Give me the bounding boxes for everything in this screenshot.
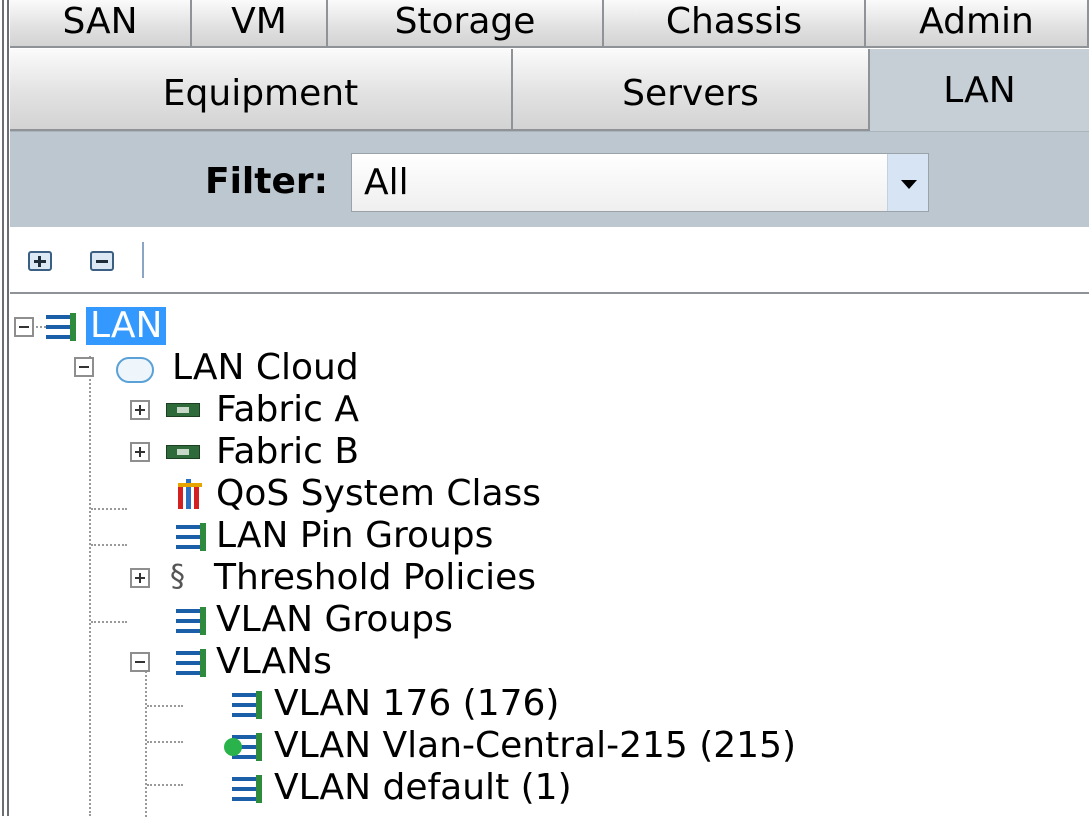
collapse-toggle-icon[interactable] — [74, 357, 94, 377]
tab-admin[interactable]: Admin — [866, 0, 1089, 48]
tab-lan[interactable]: LAN — [870, 49, 1089, 131]
collapse-toggle-icon[interactable] — [14, 317, 34, 337]
navigation-tree: LAN LAN Cloud Fabric A Fabric B QoS Syst… — [10, 294, 1089, 817]
tree-node-lan-pin-groups[interactable]: LAN Pin Groups — [176, 517, 576, 555]
tree-node-label: LAN Pin Groups — [216, 515, 494, 556]
tree-node-label: LAN Cloud — [172, 347, 359, 388]
lan-list-icon — [46, 313, 76, 341]
policy-scroll-icon: § — [170, 559, 185, 594]
tree-line — [91, 544, 127, 546]
tree-node-label: VLAN Vlan-Central-215 (215) — [274, 725, 797, 766]
tree-node-label: VLANs — [216, 641, 332, 682]
list-icon — [176, 607, 206, 635]
tree-node-vlan-176[interactable]: VLAN 176 (176) — [232, 685, 632, 723]
tree-node-fabric-b[interactable]: Fabric B — [166, 433, 426, 471]
tree-line — [91, 508, 127, 510]
filter-bar: Filter: All — [10, 131, 1089, 228]
status-ok-icon — [224, 738, 242, 756]
tree-node-label: LAN — [86, 307, 167, 345]
tab-vm[interactable]: VM — [192, 0, 328, 48]
collapse-all-icon[interactable] — [90, 251, 114, 271]
tab-servers[interactable]: Servers — [513, 49, 870, 131]
fabric-interconnect-icon — [166, 445, 200, 459]
collapse-toggle-icon[interactable] — [130, 652, 150, 672]
tree-node-qos-system-class[interactable]: QoS System Class — [178, 475, 598, 513]
tree-node-vlan-central-215[interactable]: VLAN Vlan-Central-215 (215) — [224, 725, 872, 766]
tree-node-lan[interactable]: LAN — [46, 307, 226, 345]
panel-border — [2, 0, 4, 816]
tab-row-top: SAN VM Storage Chassis Admin — [10, 0, 1089, 48]
panel-border-inner — [7, 0, 9, 816]
tab-storage[interactable]: Storage — [328, 0, 604, 48]
navigation-panel: SAN VM Storage Chassis Admin Equipment S… — [0, 0, 1089, 817]
dropdown-arrow-icon[interactable] — [887, 154, 928, 211]
tree-node-label: QoS System Class — [216, 473, 542, 514]
tab-row-bottom: Equipment Servers LAN — [10, 49, 1089, 131]
tab-chassis[interactable]: Chassis — [604, 0, 866, 48]
filter-label: Filter: — [205, 161, 329, 202]
tree-node-label: Fabric A — [216, 389, 359, 430]
tree-node-vlan-groups[interactable]: VLAN Groups — [176, 601, 516, 639]
tree-node-vlan-default[interactable]: VLAN default (1) — [232, 769, 632, 807]
tree-line — [32, 326, 46, 328]
expand-toggle-icon[interactable] — [130, 568, 150, 588]
list-icon — [176, 649, 206, 677]
tree-line — [147, 784, 183, 786]
vlan-icon — [232, 775, 262, 803]
tree-node-fabric-a[interactable]: Fabric A — [166, 391, 426, 429]
vlan-icon — [224, 733, 262, 761]
tree-line — [91, 621, 127, 623]
tree-node-label: VLAN Groups — [216, 599, 453, 640]
list-icon — [176, 523, 206, 551]
expand-toggle-icon[interactable] — [130, 442, 150, 462]
tree-node-label: Fabric B — [216, 431, 360, 472]
qos-icon — [178, 479, 202, 509]
toolbar-separator — [142, 242, 144, 278]
tree-line — [89, 356, 91, 816]
fabric-interconnect-icon — [166, 403, 200, 417]
tab-equipment[interactable]: Equipment — [10, 49, 513, 131]
vlan-icon — [232, 691, 262, 719]
tab-san[interactable]: SAN — [10, 0, 192, 48]
tree-line — [147, 705, 183, 707]
tree-node-label: Threshold Policies — [214, 557, 537, 598]
tree-node-label: VLAN default (1) — [274, 767, 572, 808]
tree-node-threshold-policies[interactable]: § Threshold Policies — [166, 559, 606, 597]
tree-node-lan-cloud[interactable]: LAN Cloud — [110, 349, 410, 387]
tree-node-label: VLAN 176 (176) — [274, 683, 560, 724]
tree-toolbar — [10, 227, 1089, 292]
filter-value: All — [364, 162, 409, 203]
expand-toggle-icon[interactable] — [130, 400, 150, 420]
tree-node-vlans[interactable]: VLANs — [176, 643, 376, 681]
filter-dropdown[interactable]: All — [351, 153, 929, 212]
expand-all-icon[interactable] — [28, 251, 52, 271]
cloud-icon — [116, 357, 154, 383]
tree-line — [147, 741, 183, 743]
